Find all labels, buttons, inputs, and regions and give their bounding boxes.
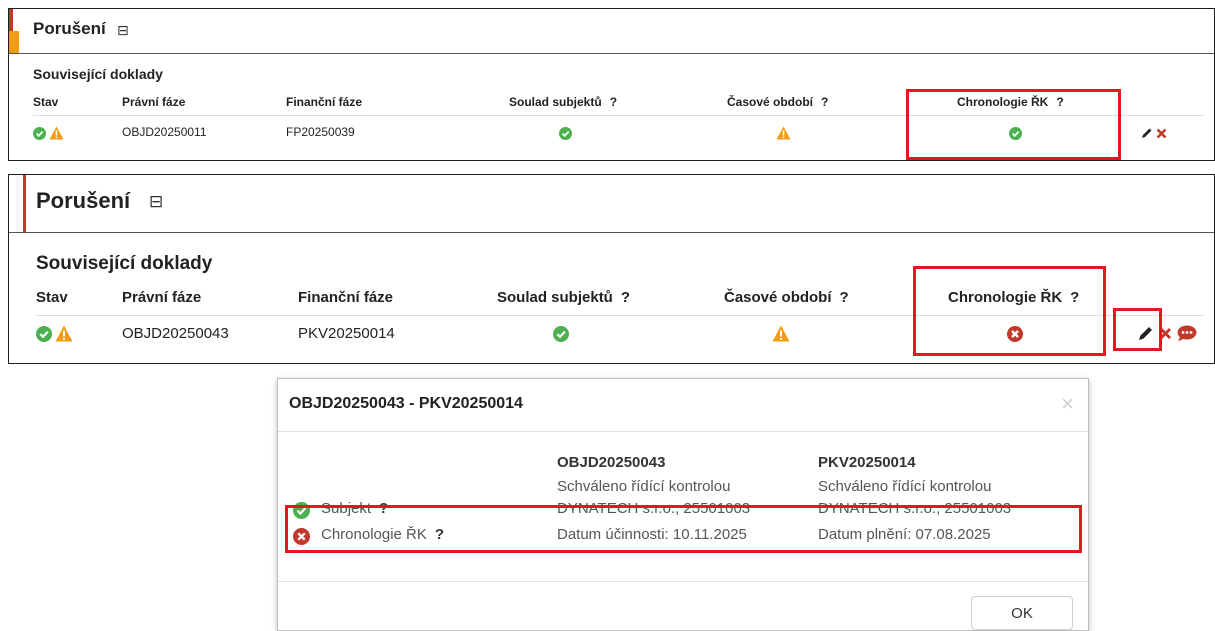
col-financni-faze: Finanční fáze (298, 289, 394, 306)
accent-bar (23, 175, 26, 232)
close-icon[interactable]: × (1061, 391, 1074, 417)
section-title: Související doklady (36, 253, 213, 274)
col-soulad-subjektu: Soulad subjektů? (497, 289, 631, 306)
col2-header: PKV20250014 (818, 454, 916, 471)
check-circle-icon (559, 127, 572, 140)
pravni-faze-value[interactable]: OBJD20250011 (122, 125, 207, 139)
help-icon[interactable]: ? (840, 289, 849, 306)
delete-icon[interactable] (1156, 128, 1167, 139)
warning-icon (49, 126, 64, 140)
panel-header: Porušení ⊟ (9, 175, 1214, 233)
col-pravni-faze: Právní fáze (122, 289, 202, 306)
help-icon[interactable]: ? (610, 95, 617, 109)
help-icon[interactable]: ? (621, 289, 630, 306)
col-casove-obdobi: Časové období? (727, 95, 829, 109)
financni-faze-value[interactable]: PKV20250014 (298, 325, 395, 342)
dialog-title: OBJD20250043 - PKV20250014 (289, 395, 523, 412)
col-pravni-faze: Právní fáze (122, 95, 186, 109)
violations-panel-compact: Porušení ⊟ Související doklady Stav Práv… (8, 8, 1215, 161)
warning-icon (55, 325, 73, 342)
collapse-icon[interactable]: ⊟ (117, 22, 129, 39)
panel-title: Porušení (36, 188, 131, 213)
col1-header: OBJD20250043 (557, 454, 666, 471)
col2-status: Schváleno řídící kontrolou (818, 478, 992, 495)
pencil-icon[interactable] (1140, 127, 1153, 140)
highlight-box (285, 505, 1082, 553)
violations-panel: Porušení ⊟ Související doklady Stav Práv… (8, 174, 1215, 364)
warning-bar (9, 31, 19, 53)
pravni-faze-value[interactable]: OBJD20250043 (122, 325, 229, 342)
section-title: Související doklady (33, 66, 163, 82)
highlight-box (913, 266, 1106, 356)
check-circle-icon (553, 326, 569, 342)
col-stav: Stav (36, 289, 68, 306)
col-casove-obdobi: Časové období? (724, 289, 849, 306)
panel-header: Porušení ⊟ (9, 9, 1214, 54)
panel-title: Porušení (33, 19, 106, 38)
dialog-footer (278, 581, 1088, 582)
warning-icon (772, 325, 790, 342)
chronology-dialog: OBJD20250043 - PKV20250014 × OBJD2025004… (277, 378, 1089, 631)
help-icon[interactable]: ? (821, 95, 828, 109)
highlight-box-edit (1113, 308, 1162, 351)
ok-button[interactable]: OK (971, 596, 1073, 630)
check-circle-icon (33, 127, 46, 140)
collapse-icon[interactable]: ⊟ (149, 192, 163, 212)
highlight-box (906, 89, 1121, 160)
comment-icon[interactable] (1177, 325, 1197, 342)
col1-status: Schváleno řídící kontrolou (557, 478, 731, 495)
dialog-header: OBJD20250043 - PKV20250014 × (278, 379, 1088, 432)
check-circle-icon (36, 326, 52, 342)
financni-faze-value[interactable]: FP20250039 (286, 125, 355, 139)
col-financni-faze: Finanční fáze (286, 95, 363, 109)
warning-icon (776, 126, 791, 140)
col-soulad-subjektu: Soulad subjektů? (509, 95, 618, 109)
col-stav: Stav (33, 95, 59, 109)
